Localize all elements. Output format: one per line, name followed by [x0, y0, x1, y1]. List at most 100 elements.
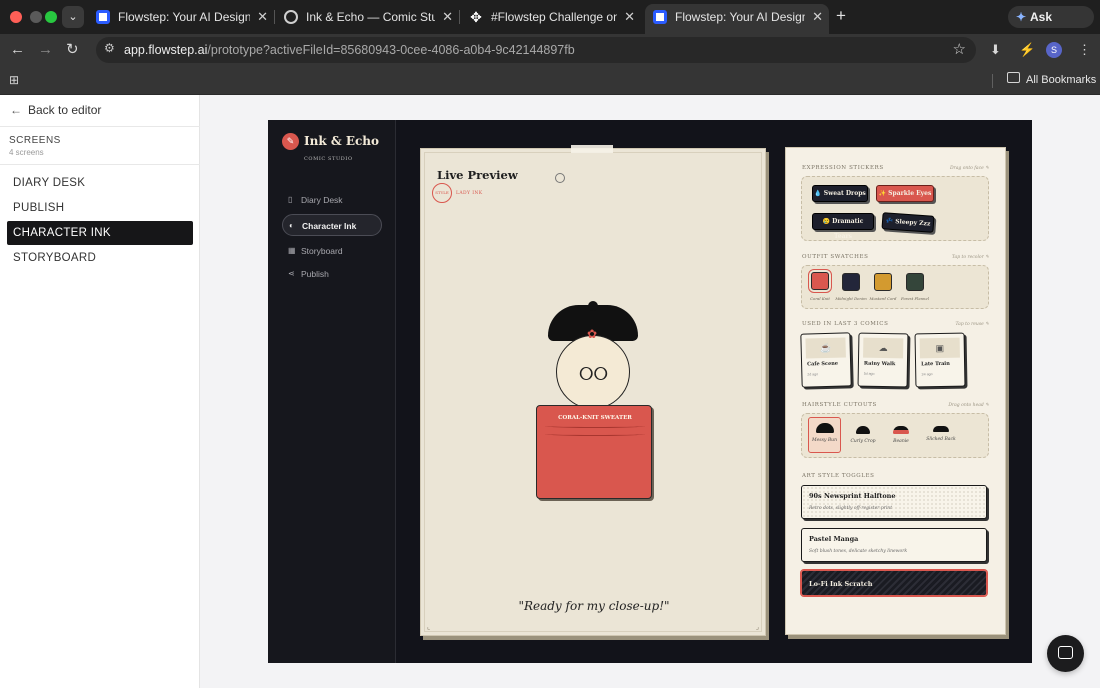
more-menu-icon[interactable]: ⋮ [1078, 42, 1091, 58]
sticker-sleepy-zzz[interactable]: 💤 Sleepy Zzz [881, 212, 935, 233]
swatch-name: Mustard Cord [869, 296, 897, 301]
card-name: Late Train [921, 360, 950, 368]
hairstyle-messy-bun[interactable]: Messy Bun [808, 417, 841, 453]
stickers-tray: 💧 Sweat Drops ✨ Sparkle Eyes 😢 Dramatic … [801, 176, 989, 241]
tab-close-icon[interactable]: ✕ [812, 4, 823, 30]
screen-item-character-ink[interactable]: CHARACTER INK [7, 221, 193, 245]
tape-strip [571, 145, 613, 153]
toggle-90s-newsprint-halftone[interactable]: 90s Newsprint Halftone Retro dots, sligh… [801, 485, 987, 519]
recent-card-late-train[interactable]: ▣ Late Train 1w ago [914, 332, 966, 388]
recent-card-rainy-walk[interactable]: ☁ Rainy Walk 5d ago [857, 332, 909, 388]
hairstyle-name: Curly Crop [850, 439, 876, 444]
recent-card-cafe-scene[interactable]: ☕ Cafe Scene 2d ago [800, 332, 852, 388]
browser-tab-4-active[interactable]: Flowstep: Your AI Design Ass ✕ [645, 4, 829, 34]
toggle-desc: Soft blush tones, delicate sketchy linew… [809, 549, 908, 554]
tab-close-icon[interactable]: ✕ [624, 4, 635, 30]
profile-avatar[interactable]: S [1046, 42, 1062, 58]
browser-tab-strip: ⌄ Flowstep: Your AI Design Ass ✕ Ink & E… [0, 0, 1100, 46]
hairstyle-curly-crop[interactable]: Curly Crop [846, 426, 880, 444]
nav-item-storyboard[interactable]: ▦ Storyboard [282, 240, 382, 262]
window-close-button[interactable] [10, 11, 22, 23]
address-bar[interactable]: ⚙ app.flowstep.ai/prototype?activeFileId… [96, 37, 976, 63]
nav-label: Publish [301, 269, 329, 279]
tab-close-icon[interactable]: ✕ [442, 4, 453, 30]
swatch-forest-flannel[interactable] [906, 273, 924, 291]
hair-cutout [815, 423, 834, 433]
flowstep-icon [96, 10, 110, 24]
screen-item-storyboard[interactable]: STORYBOARD [7, 246, 193, 270]
swatch-name: Forest Flannel [901, 296, 929, 301]
book-icon: ▯ [288, 195, 293, 204]
character-sweater[interactable]: CORAL-KNIT SWEATER [536, 405, 652, 499]
swatch-coral-knit[interactable] [808, 269, 832, 293]
character-face[interactable]: ୦୦ [556, 335, 630, 409]
stickers-title: EXPRESSION STICKERS [802, 165, 884, 171]
hair-cutout [893, 426, 909, 434]
glasses-icon: ୦୦ [579, 363, 608, 385]
live-preview-title: Live Preview [437, 168, 518, 182]
card-ago: 2d ago [807, 372, 819, 377]
tab-close-icon[interactable]: ✕ [257, 4, 268, 30]
flowstep-icon [653, 10, 667, 24]
tab-search-chevron-icon[interactable]: ⌄ [62, 6, 84, 28]
prototype-frame: ✎ Ink & Echo COMIC STUDIO ▯ Diary Desk ◐… [268, 120, 1032, 663]
window-minimize-button[interactable] [30, 11, 42, 23]
card-ago: 1w ago [921, 372, 933, 377]
hair-cutout [933, 426, 949, 432]
screen-item-publish[interactable]: PUBLISH [7, 196, 193, 220]
swatches-hint: Tap to recolor ✎ [951, 255, 989, 260]
sticker-sparkle-eyes[interactable]: ✨ Sparkle Eyes [876, 185, 934, 202]
card-ago: 5d ago [863, 371, 875, 376]
nav-label: Diary Desk [301, 195, 343, 205]
swatches-title: OUTFIT SWATCHES [802, 254, 869, 260]
hairstyle-slicked-back[interactable]: Slicked Back [922, 426, 960, 442]
hairstyle-beanie[interactable]: Beanie [884, 426, 918, 444]
train-icon: ▣ [919, 337, 960, 359]
chat-support-button[interactable] [1047, 635, 1084, 672]
new-tab-button[interactable]: + [836, 6, 846, 26]
tab-label: Ink & Echo — Comic Studio P [306, 10, 435, 24]
stickers-hint: Drag onto face ✎ [949, 166, 989, 171]
hairstyle-name: Messy Bun [812, 438, 837, 443]
browser-tab-3[interactable]: ✥ #Flowstep Challenge on Con ✕ [461, 4, 641, 30]
swatch-midnight-denim[interactable] [842, 273, 860, 291]
swatch-mustard-cord[interactable] [874, 273, 892, 291]
extensions-icon[interactable]: ⚡ [1019, 42, 1035, 58]
paperclip-icon [555, 173, 565, 183]
corner-mark: ⌞ [427, 624, 431, 631]
browser-tab-1[interactable]: Flowstep: Your AI Design Ass ✕ [88, 4, 274, 30]
download-icon[interactable]: ⬇ [990, 42, 1001, 58]
site-settings-icon[interactable]: ⚙ [104, 41, 115, 55]
sweater-wave [545, 424, 645, 428]
hairstyles-title: HAIRSTYLE CUTOUTS [802, 402, 877, 408]
nav-item-publish[interactable]: ⋖ Publish [282, 263, 382, 285]
back-arrow-icon[interactable]: ← [10, 40, 25, 60]
back-to-editor-link[interactable]: ← Back to editor [10, 103, 101, 117]
browser-tab-2[interactable]: Ink & Echo — Comic Studio P ✕ [276, 4, 459, 30]
all-bookmarks-link[interactable]: All Bookmarks [1026, 66, 1096, 95]
card-name: Rainy Walk [863, 360, 896, 368]
nav-item-character-ink[interactable]: ◐ Character Ink [282, 214, 382, 236]
sticker-dramatic-tears[interactable]: 😢 Dramatic Tears [812, 213, 874, 240]
bookmark-star-icon[interactable]: ☆ [953, 40, 966, 58]
ask-gemini-button[interactable]: ✦ Ask Gemini [1008, 6, 1094, 46]
window-zoom-button[interactable] [45, 11, 57, 23]
toggle-pastel-manga[interactable]: Pastel Manga Soft blush tones, delicate … [801, 528, 987, 562]
forward-arrow-icon[interactable]: → [38, 40, 53, 60]
recent-hint: Tap to reuse ✎ [955, 322, 989, 327]
card-name: Cafe Scene [807, 360, 839, 368]
screen-item-diary-desk[interactable]: DIARY DESK [7, 171, 193, 195]
toggle-name: Pastel Manga [809, 535, 859, 543]
hair-cutout [856, 426, 870, 434]
reload-icon[interactable]: ↻ [66, 40, 79, 60]
nav-item-diary-desk[interactable]: ▯ Diary Desk [282, 189, 382, 211]
sticker-sweat-drops[interactable]: 💧 Sweat Drops [812, 185, 868, 202]
url-path: /prototype?activeFileId=85680943-0cee-40… [207, 43, 575, 57]
brand-title: Ink & Echo [304, 134, 380, 148]
style-stamp: STYLE [432, 183, 452, 203]
toggle-lo-fi-ink-scratch[interactable]: Lo-Fi Ink Scratch [801, 570, 987, 596]
compass-icon: ✥ [470, 9, 482, 25]
back-label: Back to editor [28, 103, 102, 117]
bookmarks-separator [992, 74, 993, 88]
apps-grid-icon[interactable]: ⊞ [9, 73, 19, 87]
